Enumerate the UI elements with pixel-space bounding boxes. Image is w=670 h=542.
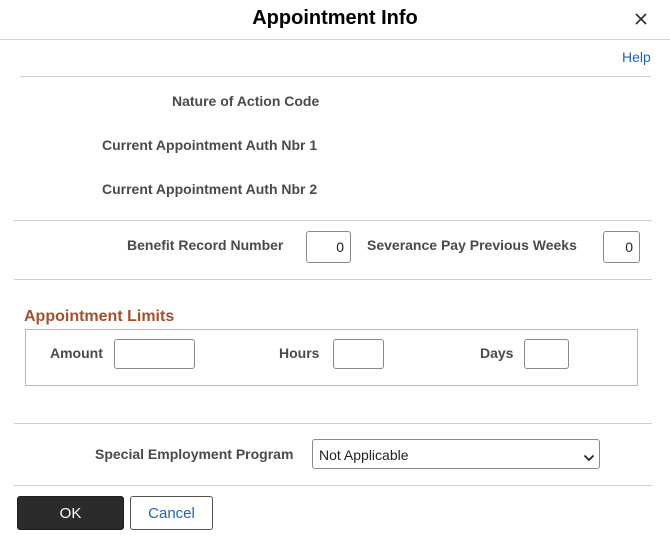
benefit-record-number-label: Benefit Record Number bbox=[127, 237, 284, 253]
auth-nbr-1-label: Current Appointment Auth Nbr 1 bbox=[102, 137, 318, 153]
severance-pay-weeks-input[interactable] bbox=[603, 231, 640, 263]
divider bbox=[14, 220, 652, 221]
special-employment-program-label: Special Employment Program bbox=[95, 446, 294, 462]
ok-button[interactable]: OK bbox=[17, 496, 124, 530]
hours-label: Hours bbox=[279, 345, 320, 361]
divider bbox=[20, 76, 651, 77]
dialog-title: Appointment Info bbox=[252, 7, 418, 29]
severance-pay-weeks-label: Severance Pay Previous Weeks bbox=[367, 237, 577, 253]
divider bbox=[14, 423, 652, 424]
appointment-limits-title: Appointment Limits bbox=[24, 308, 175, 325]
divider bbox=[14, 485, 652, 486]
close-icon[interactable] bbox=[630, 8, 652, 30]
benefit-record-number-input[interactable] bbox=[306, 231, 351, 263]
nature-of-action-code-label: Nature of Action Code bbox=[172, 93, 320, 109]
days-label: Days bbox=[480, 345, 514, 361]
amount-label: Amount bbox=[50, 345, 103, 361]
select-value: Not Applicable bbox=[319, 447, 409, 463]
cancel-button[interactable]: Cancel bbox=[130, 496, 213, 530]
hours-input[interactable] bbox=[333, 339, 384, 369]
dialog-titlebar: Appointment Info bbox=[0, 0, 670, 40]
auth-nbr-2-label: Current Appointment Auth Nbr 2 bbox=[102, 181, 318, 197]
chevron-down-icon bbox=[583, 450, 595, 462]
divider bbox=[14, 279, 652, 280]
help-link[interactable]: Help bbox=[622, 49, 651, 65]
days-input[interactable] bbox=[524, 339, 569, 369]
special-employment-program-select[interactable]: Not Applicable bbox=[312, 439, 600, 469]
amount-input[interactable] bbox=[114, 339, 195, 369]
